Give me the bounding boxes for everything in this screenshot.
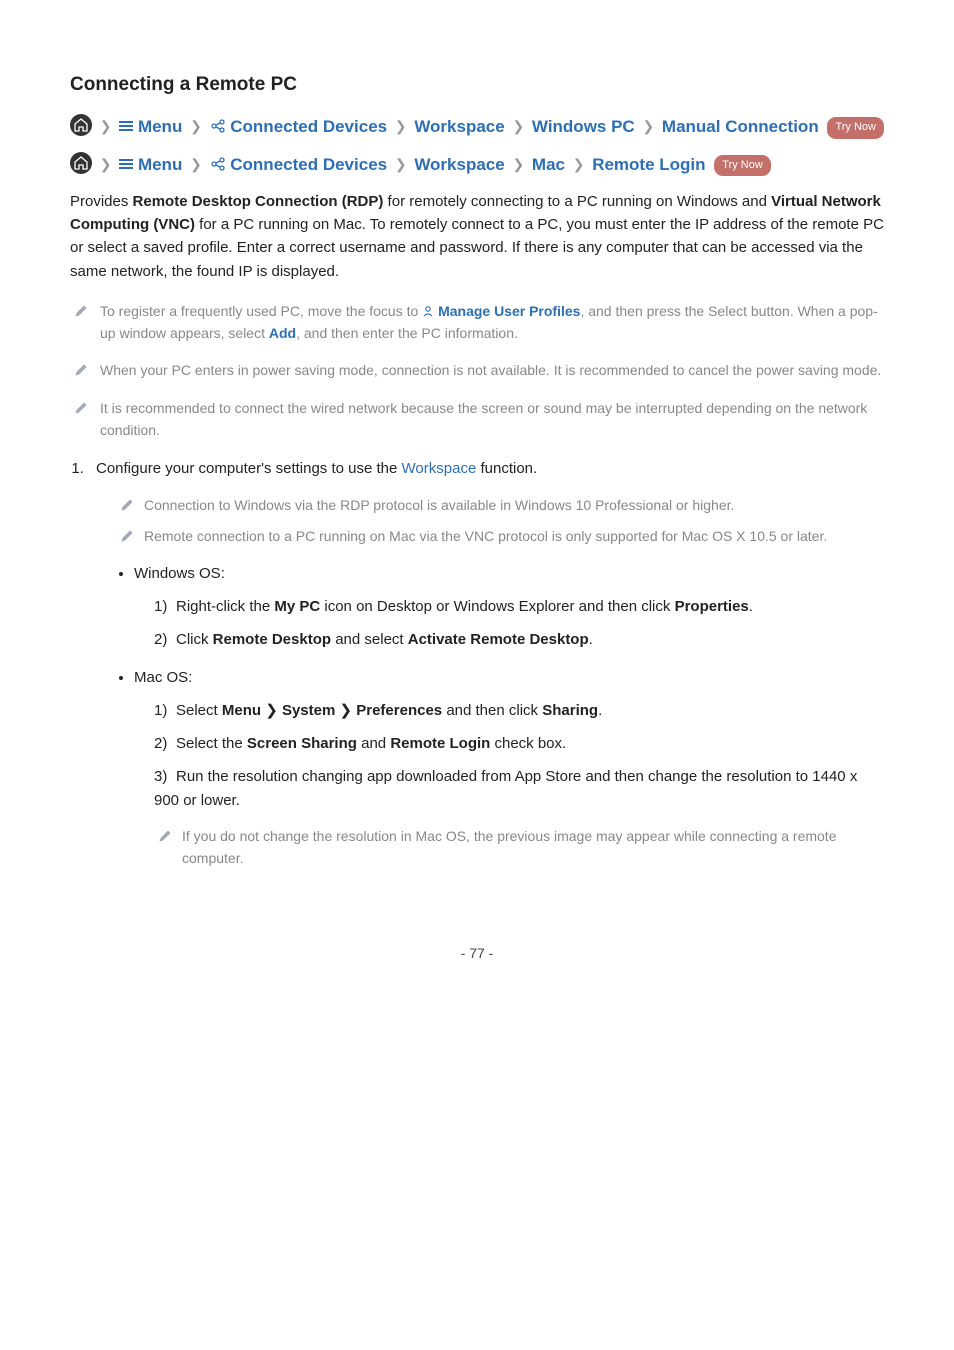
- nav-workspace[interactable]: Workspace: [414, 155, 504, 174]
- breadcrumb-windows: ❯ Menu ❯ Connected Devices ❯ Workspace ❯…: [70, 113, 884, 140]
- connected-devices-icon: [210, 153, 226, 169]
- text-bold: Activate Remote Desktop: [408, 631, 589, 648]
- list-item: 1)Right-click the My PC icon on Desktop …: [154, 595, 884, 618]
- chevron-right-icon: ❯: [509, 118, 527, 134]
- text: and select: [331, 631, 408, 648]
- nav-workspace[interactable]: Workspace: [414, 117, 504, 136]
- note-item: To register a frequently used PC, move t…: [70, 301, 884, 344]
- manage-user-profiles-link[interactable]: Manage User Profiles: [438, 303, 580, 319]
- text-bold: System: [282, 702, 335, 719]
- nav-menu[interactable]: Menu: [138, 117, 182, 136]
- note-item: Connection to Windows via the RDP protoc…: [116, 495, 884, 517]
- pencil-icon: [158, 828, 172, 842]
- menu-icon: [119, 157, 133, 171]
- chevron-right-icon: ❯: [97, 118, 115, 134]
- text-bold: My PC: [274, 598, 320, 615]
- pencil-icon: [120, 528, 134, 542]
- chevron-right-icon: ❯: [509, 156, 527, 172]
- text-bold: Remote Login: [390, 735, 490, 752]
- text: Select the: [176, 735, 247, 752]
- text: .: [589, 631, 593, 648]
- connected-devices-icon: [210, 115, 226, 131]
- chevron-right-icon: ❯: [639, 118, 657, 134]
- text: To register a frequently used PC, move t…: [100, 303, 422, 319]
- text: for remotely connecting to a PC running …: [383, 193, 771, 210]
- text: Right-click the: [176, 598, 274, 615]
- home-icon[interactable]: [70, 114, 92, 136]
- text-bold: Preferences: [356, 702, 442, 719]
- nav-windows-pc[interactable]: Windows PC: [532, 117, 635, 136]
- text: Select: [176, 702, 222, 719]
- text-bold: Properties: [675, 598, 749, 615]
- list-item: 3)Run the resolution changing app downlo…: [154, 765, 884, 812]
- nav-connected-devices[interactable]: Connected Devices: [230, 117, 387, 136]
- mac-os-section: Mac OS: 1)Select Menu ❯ System ❯ Prefere…: [134, 666, 884, 870]
- list-item: 2)Select the Screen Sharing and Remote L…: [154, 732, 884, 755]
- page-number: - 77 -: [0, 923, 954, 985]
- text: Click: [176, 631, 213, 648]
- chevron-right-icon: ❯: [392, 156, 410, 172]
- note-item: Remote connection to a PC running on Mac…: [116, 526, 884, 548]
- chevron-right-icon: ❯: [265, 702, 278, 719]
- workspace-link[interactable]: Workspace: [402, 460, 477, 477]
- text: Connection to Windows via the RDP protoc…: [144, 497, 734, 513]
- text: Windows OS:: [134, 565, 225, 582]
- text-bold: Sharing: [542, 702, 598, 719]
- text: Mac OS:: [134, 669, 192, 686]
- text: .: [598, 702, 602, 719]
- text-bold: Remote Desktop Connection (RDP): [133, 193, 384, 210]
- text: and then click: [442, 702, 542, 719]
- list-item: 1)Select Menu ❯ System ❯ Preferences and…: [154, 699, 884, 722]
- text: When your PC enters in power saving mode…: [100, 362, 881, 378]
- text: Provides: [70, 193, 133, 210]
- text: and: [357, 735, 390, 752]
- home-icon[interactable]: [70, 152, 92, 174]
- nav-manual-connection[interactable]: Manual Connection: [662, 117, 819, 136]
- chevron-right-icon: ❯: [97, 156, 115, 172]
- pencil-icon: [74, 400, 88, 414]
- text: If you do not change the resolution in M…: [182, 828, 837, 866]
- nav-mac[interactable]: Mac: [532, 155, 565, 174]
- text: It is recommended to connect the wired n…: [100, 400, 867, 438]
- chevron-right-icon: ❯: [392, 118, 410, 134]
- pencil-icon: [120, 497, 134, 511]
- text: function.: [476, 460, 537, 477]
- text: Configure your computer's settings to us…: [96, 460, 402, 477]
- text: check box.: [490, 735, 566, 752]
- pencil-icon: [74, 362, 88, 376]
- text-bold: Menu: [222, 702, 261, 719]
- menu-icon: [119, 119, 133, 133]
- text: icon on Desktop or Windows Explorer and …: [320, 598, 674, 615]
- chevron-right-icon: ❯: [340, 702, 353, 719]
- chevron-right-icon: ❯: [570, 156, 588, 172]
- breadcrumb-mac: ❯ Menu ❯ Connected Devices ❯ Workspace ❯…: [70, 151, 884, 178]
- text: Remote connection to a PC running on Mac…: [144, 528, 827, 544]
- text: Run the resolution changing app download…: [154, 768, 857, 808]
- text-bold: Screen Sharing: [247, 735, 357, 752]
- pencil-icon: [74, 303, 88, 317]
- nav-menu[interactable]: Menu: [138, 155, 182, 174]
- chevron-right-icon: ❯: [187, 156, 205, 172]
- intro-paragraph: Provides Remote Desktop Connection (RDP)…: [70, 190, 884, 283]
- list-item: 2)Click Remote Desktop and select Activa…: [154, 628, 884, 651]
- step-1: Configure your computer's settings to us…: [88, 457, 884, 869]
- add-link[interactable]: Add: [269, 325, 296, 341]
- windows-os-section: Windows OS: 1)Right-click the My PC icon…: [134, 562, 884, 652]
- chevron-right-icon: ❯: [187, 118, 205, 134]
- nav-remote-login[interactable]: Remote Login: [592, 155, 705, 174]
- try-now-button[interactable]: Try Now: [827, 117, 884, 139]
- person-icon: [422, 302, 434, 314]
- note-item: If you do not change the resolution in M…: [154, 826, 884, 869]
- text: .: [749, 598, 753, 615]
- nav-connected-devices[interactable]: Connected Devices: [230, 155, 387, 174]
- section-heading: Connecting a Remote PC: [70, 70, 884, 99]
- note-item: It is recommended to connect the wired n…: [70, 398, 884, 441]
- note-item: When your PC enters in power saving mode…: [70, 360, 884, 382]
- text: , and then enter the PC information.: [296, 325, 518, 341]
- try-now-button[interactable]: Try Now: [714, 155, 771, 177]
- text-bold: Remote Desktop: [213, 631, 331, 648]
